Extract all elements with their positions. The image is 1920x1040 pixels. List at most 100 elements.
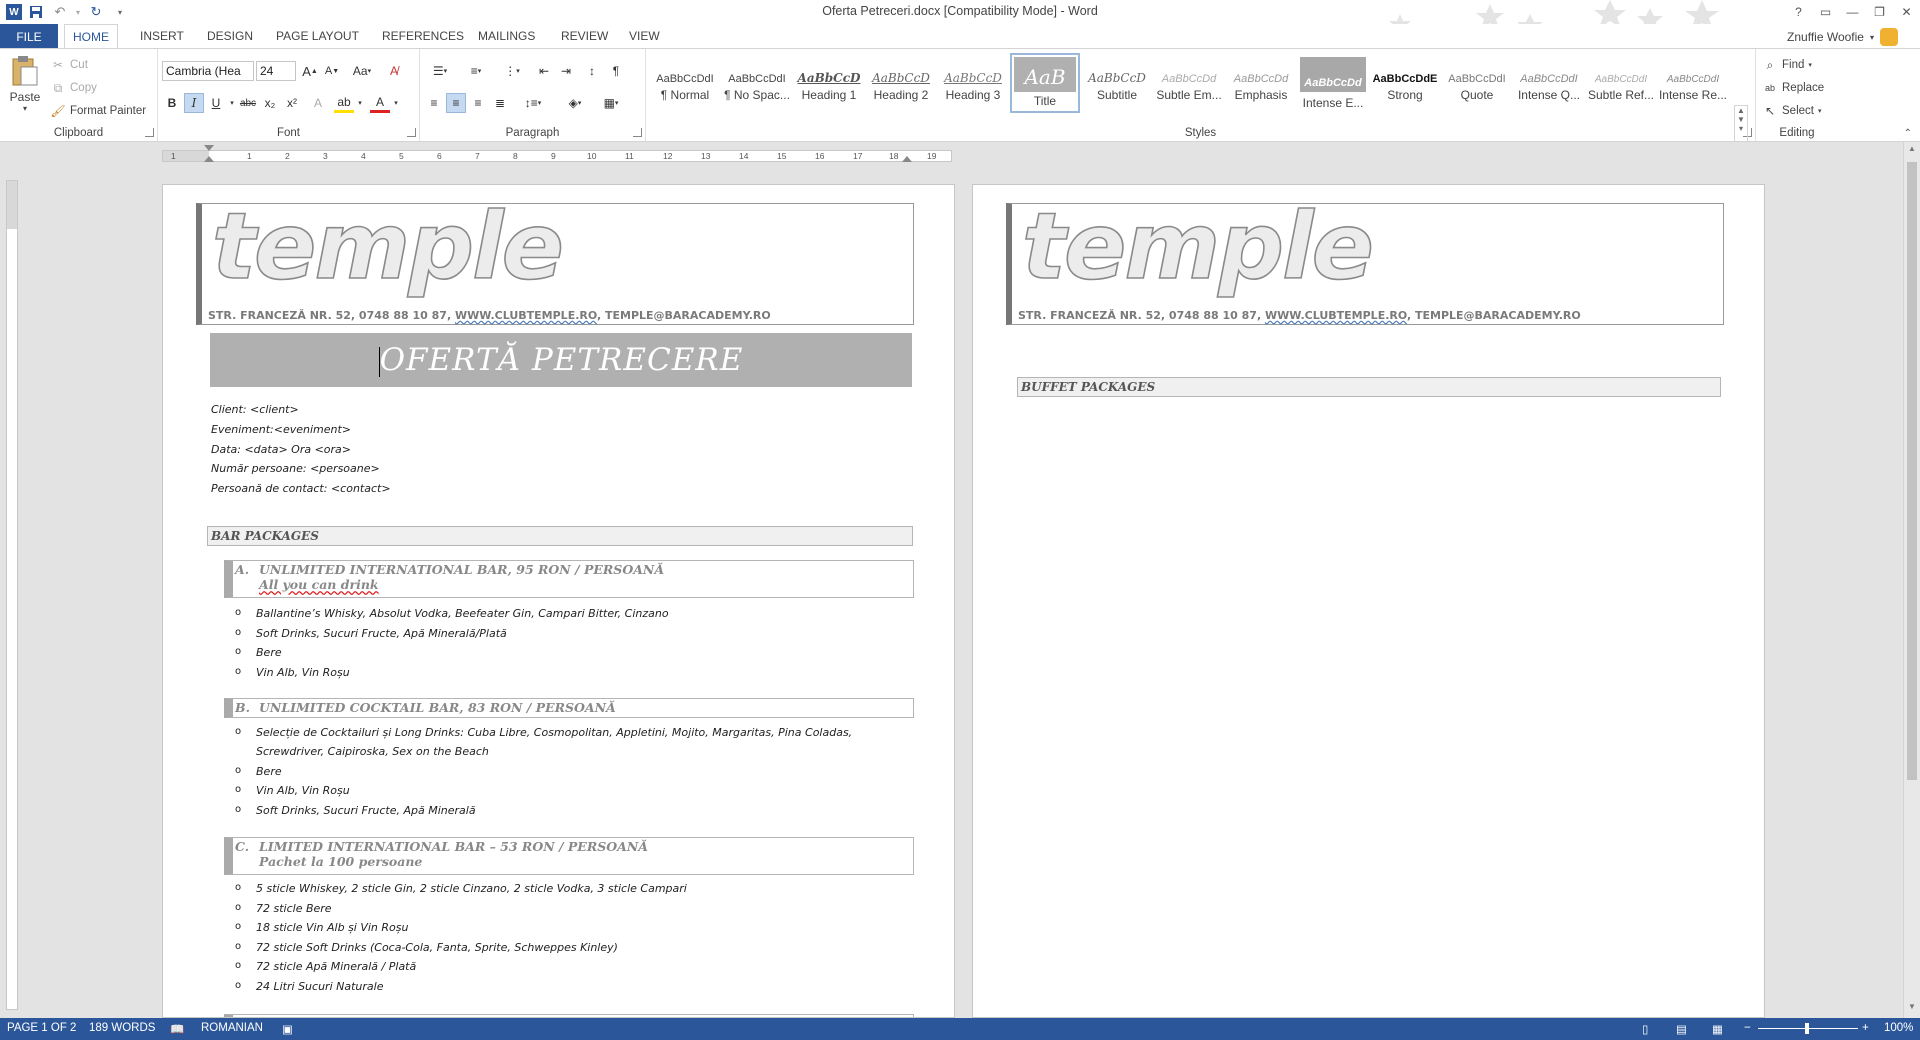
style-heading-1[interactable]: AaBbCcD Heading 1: [794, 53, 864, 113]
shrink-font-button[interactable]: A ▼: [322, 61, 342, 81]
bold-button[interactable]: B: [162, 93, 182, 113]
sort-icon[interactable]: ↕: [582, 61, 602, 81]
shading-button[interactable]: ◈ ▾: [560, 93, 590, 113]
save-icon[interactable]: [26, 2, 46, 22]
website-link[interactable]: WWW.CLUBTEMPLE.RO: [455, 309, 597, 322]
print-layout-icon[interactable]: ▤: [1676, 1022, 1687, 1036]
paragraph-launcher-icon[interactable]: [633, 128, 642, 137]
restore-button[interactable]: ❐: [1866, 0, 1893, 24]
ribbon-display-options-button[interactable]: ▭: [1812, 0, 1839, 24]
style-heading-2[interactable]: AaBbCcD Heading 2: [866, 53, 936, 113]
hanging-indent-marker[interactable]: [204, 156, 214, 162]
subscript-button[interactable]: x₂: [260, 93, 280, 113]
web-layout-icon[interactable]: ▦: [1712, 1022, 1723, 1036]
zoom-out-icon[interactable]: −: [1744, 1022, 1751, 1034]
style-normal[interactable]: AaBbCcDdI ¶ Normal: [650, 53, 720, 113]
tab-design[interactable]: DESIGN: [207, 24, 253, 48]
page-count[interactable]: PAGE 1 OF 2: [7, 1022, 76, 1034]
style-intense-quote[interactable]: AaBbCcDdI Intense Q...: [1514, 53, 1584, 113]
word-app-icon[interactable]: W: [6, 4, 22, 20]
clipboard-launcher-icon[interactable]: [145, 128, 154, 137]
font-launcher-icon[interactable]: [407, 128, 416, 137]
align-center-button[interactable]: ≡: [446, 93, 466, 113]
zoom-level[interactable]: 100%: [1884, 1022, 1913, 1034]
font-color-dropdown-icon[interactable]: ▾: [386, 93, 406, 113]
zoom-slider-thumb[interactable]: [1805, 1023, 1809, 1034]
tab-home[interactable]: HOME: [64, 24, 118, 48]
first-line-indent-marker[interactable]: [204, 145, 214, 151]
help-button[interactable]: ?: [1785, 0, 1812, 24]
offer-title[interactable]: OFERTĂ PETRECERE: [210, 333, 912, 387]
paste-button[interactable]: Paste ▾: [8, 55, 42, 113]
font-name-combo[interactable]: Cambria (Hea: [162, 61, 254, 81]
scroll-thumb[interactable]: [1907, 162, 1917, 780]
minimize-button[interactable]: —: [1839, 0, 1866, 24]
style-heading-3[interactable]: AaBbCcD Heading 3: [938, 53, 1008, 113]
tab-references[interactable]: REFERENCES: [382, 24, 464, 48]
style-title[interactable]: AaB Title: [1010, 53, 1080, 113]
tab-mailings[interactable]: MAILINGS: [478, 24, 535, 48]
copy-button[interactable]: ⧉ Copy: [50, 80, 97, 96]
clear-formatting-icon[interactable]: A̸: [384, 61, 404, 81]
collapse-ribbon-icon[interactable]: ⌃: [1904, 128, 1912, 139]
style-subtle-emphasis[interactable]: AaBbCcDd Subtle Em...: [1154, 53, 1224, 113]
line-spacing-button[interactable]: ↕≡ ▾: [518, 93, 548, 113]
language[interactable]: ROMANIAN: [201, 1022, 263, 1034]
cut-button[interactable]: ✂ Cut: [50, 57, 88, 73]
tab-insert[interactable]: INSERT: [140, 24, 184, 48]
style-no-spacing[interactable]: AaBbCcDdI ¶ No Spac...: [722, 53, 792, 113]
undo-icon[interactable]: ↶: [50, 2, 70, 22]
tab-file[interactable]: FILE: [0, 24, 58, 49]
text-effects-button[interactable]: A: [308, 93, 328, 113]
horizontal-ruler[interactable]: 1 1 2 3 4 5 6 7 8 9 10 11 12 13 14 15 16…: [0, 142, 1920, 166]
grow-font-button[interactable]: A ▲: [300, 61, 320, 81]
vertical-scrollbar[interactable]: ▲ ▼: [1903, 142, 1920, 1018]
scroll-up-icon[interactable]: ▲: [1904, 144, 1920, 158]
style-quote[interactable]: AaBbCcDdI Quote: [1442, 53, 1512, 113]
replace-button[interactable]: ab Replace: [1762, 80, 1824, 96]
decrease-indent-button[interactable]: ⇤: [534, 61, 554, 81]
borders-button[interactable]: ▦ ▾: [596, 93, 626, 113]
style-intense-reference[interactable]: AaBbCcDdI Intense Re...: [1658, 53, 1728, 113]
customize-qat-icon[interactable]: ▾: [110, 2, 130, 22]
change-case-button[interactable]: Aa ▾: [348, 61, 376, 81]
justify-button[interactable]: ≣: [490, 93, 510, 113]
format-painter-button[interactable]: 🖌 Format Painter: [50, 103, 146, 119]
document-page-2[interactable]: temple STR. FRANCEZĂ NR. 52, 0748 88 10 …: [972, 184, 1765, 1018]
scroll-down-icon[interactable]: ▼: [1904, 1002, 1920, 1016]
multilevel-list-button[interactable]: ⋮ ▾: [496, 61, 528, 81]
highlight-dropdown-icon[interactable]: ▾: [350, 93, 370, 113]
strikethrough-button[interactable]: abc: [238, 93, 258, 113]
read-mode-icon[interactable]: ▯: [1642, 1022, 1648, 1036]
proofing-icon[interactable]: 📖: [170, 1022, 184, 1036]
right-indent-marker[interactable]: [902, 156, 912, 162]
font-size-combo[interactable]: 24: [256, 61, 296, 81]
select-button[interactable]: ↖ Select ▾: [1762, 103, 1822, 119]
document-page-1[interactable]: temple STR. FRANCEZĂ NR. 52, 0748 88 10 …: [162, 184, 955, 1018]
show-paragraph-marks-icon[interactable]: ¶: [606, 61, 626, 81]
superscript-button[interactable]: x²: [282, 93, 302, 113]
tab-review[interactable]: REVIEW: [561, 24, 608, 48]
tab-view[interactable]: VIEW: [629, 24, 660, 48]
align-left-button[interactable]: ≡: [424, 93, 444, 113]
increase-indent-button[interactable]: ⇥: [556, 61, 576, 81]
word-count[interactable]: 189 WORDS: [89, 1022, 155, 1034]
bullets-button[interactable]: ☰ ▾: [424, 61, 456, 81]
style-subtitle[interactable]: AaBbCcD Subtitle: [1082, 53, 1152, 113]
vertical-ruler[interactable]: [6, 180, 18, 1010]
find-button[interactable]: ⌕ Find ▾: [1762, 57, 1812, 73]
style-intense-emphasis[interactable]: AaBbCcDd Intense E...: [1298, 53, 1368, 113]
tab-page-layout[interactable]: PAGE LAYOUT: [276, 24, 359, 48]
close-button[interactable]: ✕: [1893, 0, 1920, 24]
italic-button[interactable]: I: [184, 93, 204, 113]
align-right-button[interactable]: ≡: [468, 93, 488, 113]
style-emphasis[interactable]: AaBbCcDd Emphasis: [1226, 53, 1296, 113]
undo-dropdown-icon[interactable]: ▾: [74, 2, 82, 22]
website-link[interactable]: WWW.CLUBTEMPLE.RO: [1265, 309, 1407, 322]
macro-recording-icon[interactable]: ▣: [282, 1022, 293, 1036]
numbering-button[interactable]: ≡ ▾: [460, 61, 492, 81]
style-subtle-reference[interactable]: AaBbCcDdI Subtle Ref...: [1586, 53, 1656, 113]
user-account[interactable]: Znuffie Woofie ▾: [1787, 28, 1898, 46]
redo-icon[interactable]: ↻: [86, 2, 106, 22]
zoom-in-icon[interactable]: +: [1862, 1022, 1869, 1034]
